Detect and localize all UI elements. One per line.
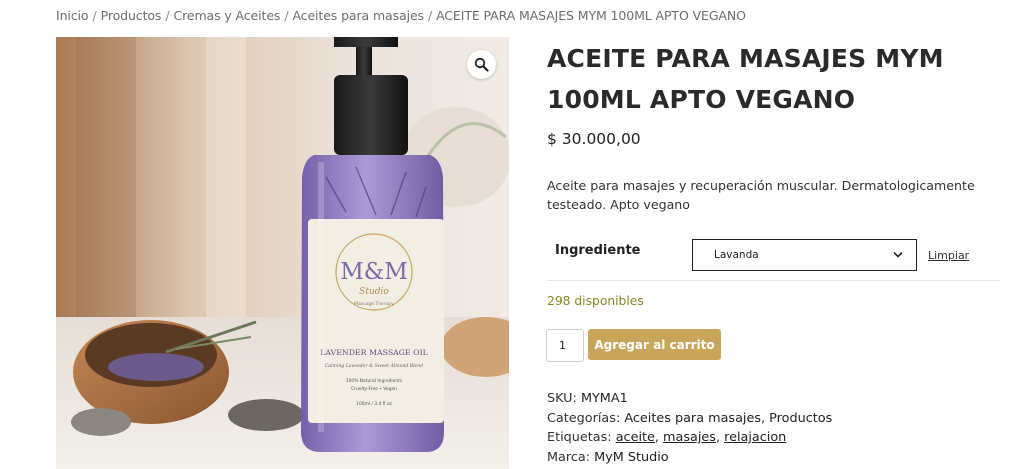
magnifier-icon bbox=[474, 57, 489, 72]
product-title-line2: 100ML APTO VEGANO bbox=[547, 85, 856, 114]
product-description: Aceite para masajes y recuperación muscu… bbox=[547, 177, 987, 214]
breadcrumb-link-inicio[interactable]: Inicio bbox=[56, 8, 89, 23]
brand-value: MyM Studio bbox=[594, 449, 669, 465]
image-label-tagline: Calming Lavender & Sweet Almond Blend bbox=[325, 363, 423, 369]
ingredient-select[interactable]: Lavanda bbox=[692, 239, 917, 271]
product-meta: SKU: MYMA1 Categorías: Aceites para masa… bbox=[547, 389, 832, 467]
breadcrumb: Inicio / Productos / Cremas y Aceites / Aceite… bbox=[56, 8, 746, 23]
product-title: ACEITE PARA MASAJES MYM 100ML APTO VEGAN… bbox=[547, 38, 987, 120]
image-brand-script: Studio bbox=[359, 287, 389, 297]
product-image[interactable]: M&M Studio Massage Therapy LAVENDER MASS… bbox=[56, 37, 509, 469]
breadcrumb-separator: / bbox=[427, 8, 433, 23]
comma-separator: , bbox=[715, 430, 725, 445]
tags-row: Etiquetas: aceite, masajes, relajacion bbox=[547, 428, 832, 448]
breadcrumb-link-aceites[interactable]: Aceites para masajes bbox=[292, 8, 424, 23]
image-label-line1: 100% Natural Ingredients bbox=[346, 378, 403, 384]
tag-link-masajes[interactable]: masajes bbox=[663, 430, 716, 445]
product-title-line1: ACEITE PARA MASAJES MYM bbox=[547, 44, 944, 73]
image-brand-sub: Massage Therapy bbox=[354, 301, 394, 307]
image-label-title: LAVENDER MASSAGE OIL bbox=[320, 348, 428, 357]
brand-row: Marca: MyM Studio bbox=[547, 448, 832, 468]
variation-label: Ingrediente bbox=[555, 243, 641, 258]
breadcrumb-separator: / bbox=[92, 8, 97, 23]
comma-separator: , bbox=[761, 410, 770, 426]
zoom-button[interactable] bbox=[467, 50, 496, 79]
brand-label: Marca: bbox=[547, 449, 591, 465]
category-link-productos[interactable]: Productos bbox=[769, 411, 832, 426]
chevron-down-icon bbox=[893, 252, 903, 258]
sku-row: SKU: MYMA1 bbox=[547, 389, 832, 409]
image-brand-main: M&M bbox=[340, 259, 408, 285]
tag-link-relajacion[interactable]: relajacion bbox=[724, 430, 786, 445]
categories-label: Categorías: bbox=[547, 410, 621, 426]
tags-label: Etiquetas: bbox=[547, 430, 612, 445]
sku-label: SKU: bbox=[547, 391, 577, 406]
breadcrumb-separator: / bbox=[165, 8, 170, 23]
image-label-volume: 100ml / 3.4 fl oz bbox=[356, 401, 392, 407]
ingredient-select-value: Lavanda bbox=[714, 249, 759, 261]
product-price: $ 30.000,00 bbox=[547, 130, 641, 148]
divider bbox=[547, 280, 1000, 281]
stock-status: 298 disponibles bbox=[547, 294, 644, 308]
sku-value: MYMA1 bbox=[580, 391, 628, 406]
comma-separator: , bbox=[654, 430, 664, 445]
description-line1: Aceite para masajes y recuperación muscu… bbox=[547, 178, 975, 193]
breadcrumb-current: ACEITE PARA MASAJES MYM 100ML APTO VEGAN… bbox=[436, 8, 746, 23]
quantity-input[interactable]: 1 bbox=[546, 329, 584, 362]
clear-variation-link[interactable]: Limpiar bbox=[928, 249, 969, 262]
image-label-line2: Cruelty-Free • Vegan bbox=[351, 386, 397, 392]
breadcrumb-separator: / bbox=[284, 8, 289, 23]
category-link-aceites[interactable]: Aceites para masajes bbox=[624, 411, 761, 426]
breadcrumb-link-productos[interactable]: Productos bbox=[101, 8, 162, 23]
product-photo: M&M Studio Massage Therapy LAVENDER MASS… bbox=[56, 37, 509, 469]
categories-row: Categorías: Aceites para masajes, Produc… bbox=[547, 409, 832, 429]
description-line2: testeado. Apto vegano bbox=[547, 196, 690, 212]
tag-link-aceite[interactable]: aceite bbox=[616, 430, 655, 445]
add-to-cart-button[interactable]: Agregar al carrito bbox=[588, 329, 721, 360]
breadcrumb-link-cremas[interactable]: Cremas y Aceites bbox=[173, 8, 280, 23]
